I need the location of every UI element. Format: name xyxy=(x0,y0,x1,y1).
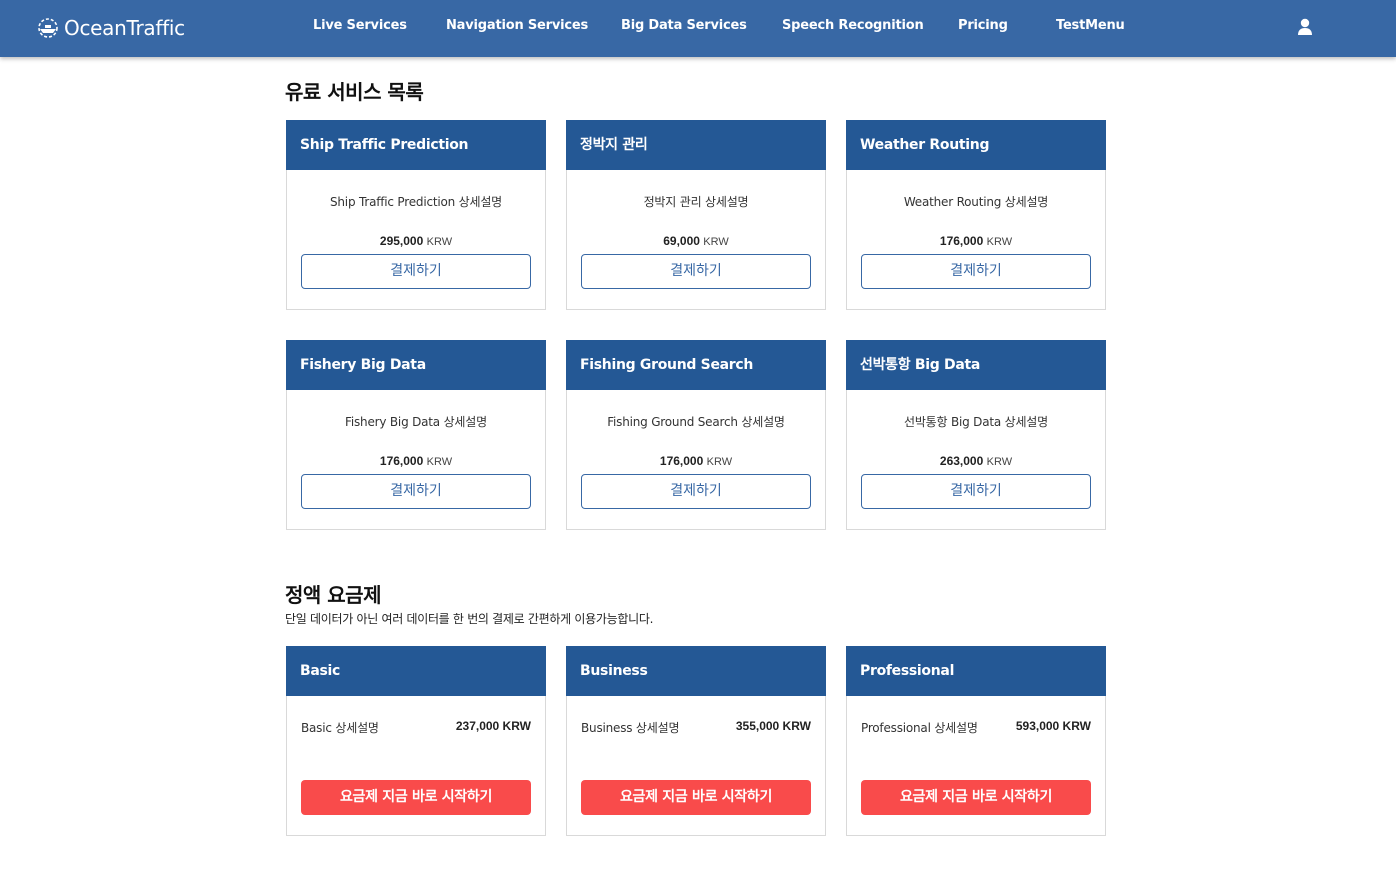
price-value: 69,000 xyxy=(663,234,700,248)
plan-card: Professional Professional 상세설명 593,000 K… xyxy=(846,646,1106,836)
service-card-title: Fishery Big Data xyxy=(286,340,546,390)
plans-subtitle: 단일 데이터가 아닌 여러 데이터를 한 번의 결제로 간편하게 이용가능합니다… xyxy=(285,612,654,626)
nav-navigation-services[interactable]: Navigation Services xyxy=(446,18,588,38)
nav-pricing[interactable]: Pricing xyxy=(958,18,1008,38)
brand-name: OceanTraffic xyxy=(64,16,185,40)
price-value: 295,000 xyxy=(379,234,424,248)
pay-button[interactable]: 결제하기 xyxy=(861,254,1091,289)
nav-live-services[interactable]: Live Services xyxy=(313,18,407,38)
top-navbar: OceanTraffic Live Services Navigation Se… xyxy=(0,0,1396,57)
price-currency: KRW xyxy=(986,456,1013,468)
price-currency: KRW xyxy=(703,236,729,248)
service-card-price: 263,000 KRW xyxy=(847,454,1105,468)
service-card-desc: 선박통항 Big Data 상세설명 xyxy=(903,415,1048,429)
service-card: Ship Traffic Prediction Ship Traffic Pre… xyxy=(286,120,546,310)
plan-card-price: 593,000 KRW xyxy=(1015,719,1091,733)
ship-logo-icon xyxy=(38,18,58,38)
plan-card-title: Business xyxy=(566,646,826,696)
plan-card-desc: Business 상세설명 xyxy=(581,721,680,735)
service-card: Weather Routing Weather Routing 상세설명 176… xyxy=(846,120,1106,310)
service-card-price: 295,000 KRW xyxy=(287,234,545,248)
price-value: 176,000 xyxy=(379,454,424,468)
price-currency: KRW xyxy=(986,236,1013,248)
service-card-title: 정박지 관리 xyxy=(566,120,826,170)
plans-title: 정액 요금제 xyxy=(285,583,381,607)
service-card-title: Weather Routing xyxy=(846,120,1106,170)
price-currency: KRW xyxy=(426,236,453,248)
price-currency: KRW xyxy=(426,456,453,468)
user-icon[interactable] xyxy=(1297,18,1313,36)
service-card-title: Ship Traffic Prediction xyxy=(286,120,546,170)
service-card-price: 69,000 KRW xyxy=(567,234,825,248)
service-card-title: Fishing Ground Search xyxy=(566,340,826,390)
plan-card-title: Basic xyxy=(286,646,546,696)
service-card-price: 176,000 KRW xyxy=(847,234,1105,248)
start-plan-button[interactable]: 요금제 지금 바로 시작하기 xyxy=(861,780,1091,815)
service-card: Fishing Ground Search Fishing Ground Sea… xyxy=(566,340,826,530)
pay-button[interactable]: 결제하기 xyxy=(861,474,1091,509)
start-plan-button[interactable]: 요금제 지금 바로 시작하기 xyxy=(581,780,811,815)
nav-testmenu[interactable]: TestMenu xyxy=(1056,18,1125,38)
brand-link[interactable]: OceanTraffic xyxy=(37,15,185,41)
price-value: 176,000 xyxy=(939,234,984,248)
service-card-desc: 정박지 관리 상세설명 xyxy=(643,195,749,209)
plan-card-desc: Professional 상세설명 xyxy=(861,721,978,735)
plan-card: Basic Basic 상세설명 237,000 KRW 요금제 지금 바로 시… xyxy=(286,646,546,836)
plan-card-price: 237,000 KRW xyxy=(455,719,531,733)
pay-button[interactable]: 결제하기 xyxy=(301,254,531,289)
service-card-title: 선박통항 Big Data xyxy=(846,340,1106,390)
service-card-desc: Ship Traffic Prediction 상세설명 xyxy=(329,195,503,209)
service-card-desc: Fishery Big Data 상세설명 xyxy=(345,415,487,429)
nav-big-data-services[interactable]: Big Data Services xyxy=(621,18,747,38)
service-card-desc: Weather Routing 상세설명 xyxy=(903,195,1049,209)
service-card-desc: Fishing Ground Search 상세설명 xyxy=(607,415,785,429)
start-plan-button[interactable]: 요금제 지금 바로 시작하기 xyxy=(301,780,531,815)
plan-card: Business Business 상세설명 355,000 KRW 요금제 지… xyxy=(566,646,826,836)
service-card: Fishery Big Data Fishery Big Data 상세설명 1… xyxy=(286,340,546,530)
price-value: 176,000 xyxy=(659,454,704,468)
nav-speech-recognition[interactable]: Speech Recognition xyxy=(782,18,924,38)
price-currency: KRW xyxy=(706,456,733,468)
paid-services-title: 유료 서비스 목록 xyxy=(285,80,424,104)
plan-card-price: 355,000 KRW xyxy=(735,719,811,733)
pay-button[interactable]: 결제하기 xyxy=(301,474,531,509)
pay-button[interactable]: 결제하기 xyxy=(581,474,811,509)
price-value: 263,000 xyxy=(939,454,984,468)
service-card: 선박통항 Big Data 선박통항 Big Data 상세설명 263,000… xyxy=(846,340,1106,530)
plan-card-desc: Basic 상세설명 xyxy=(301,721,379,735)
service-card-price: 176,000 KRW xyxy=(567,454,825,468)
plan-card-title: Professional xyxy=(846,646,1106,696)
pay-button[interactable]: 결제하기 xyxy=(581,254,811,289)
service-card-price: 176,000 KRW xyxy=(287,454,545,468)
service-card: 정박지 관리 정박지 관리 상세설명 69,000 KRW 결제하기 xyxy=(566,120,826,310)
